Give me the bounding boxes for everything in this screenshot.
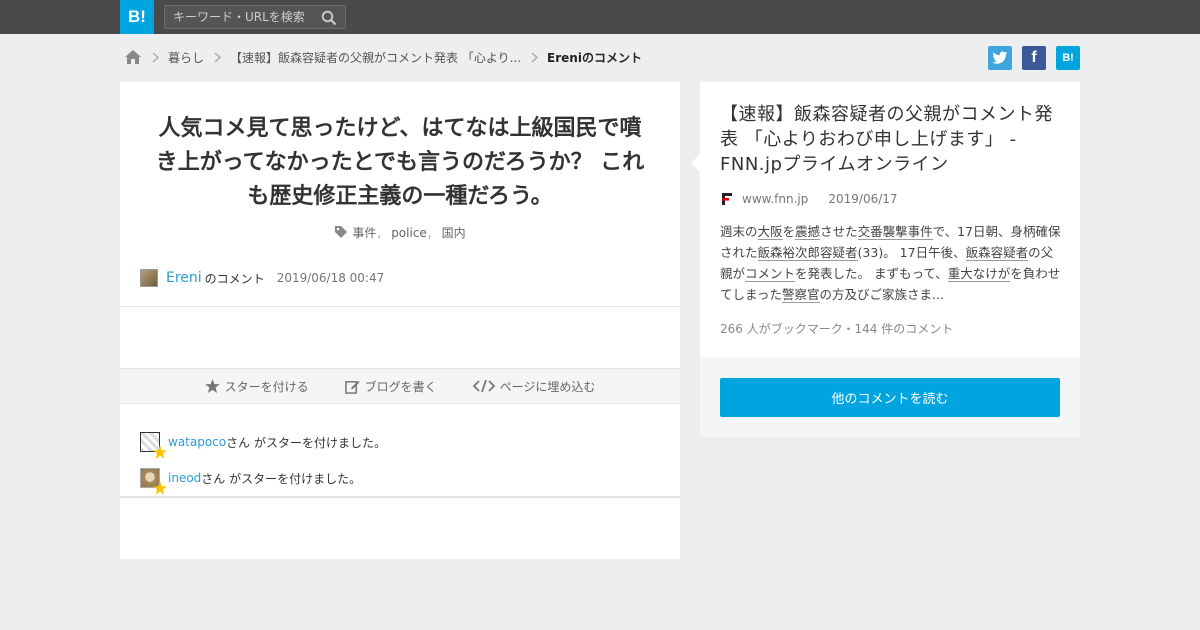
star-user-link[interactable]: ineod xyxy=(168,471,201,485)
avatar[interactable] xyxy=(140,269,158,287)
edit-icon xyxy=(344,380,360,394)
entry-date: 2019/06/17 xyxy=(828,192,898,206)
bookmark-count[interactable]: 266 人がブックマーク・144 件のコメント xyxy=(720,320,953,337)
search-box[interactable] xyxy=(164,5,346,29)
keyword-link[interactable]: 震撼 xyxy=(795,224,821,240)
star-list-item: ineod さん がスターを付けました。 xyxy=(140,460,660,496)
hatena-share-button[interactable]: B! xyxy=(1056,46,1080,70)
star-message: さん がスターを付けました。 xyxy=(201,471,362,486)
search-input[interactable] xyxy=(165,6,317,28)
code-icon xyxy=(472,379,495,393)
star-icon xyxy=(204,379,220,393)
tag-separator: , xyxy=(377,226,382,240)
user-name-link[interactable]: Ereni xyxy=(166,270,202,286)
star-list: watapoco さん がスターを付けました。 ineod さん がスターを付けまし… xyxy=(140,424,660,496)
add-star-button[interactable]: スターを付ける xyxy=(204,378,309,395)
twitter-icon xyxy=(992,51,1008,64)
home-icon[interactable] xyxy=(124,49,142,65)
summary-text: を xyxy=(782,224,796,239)
keyword-link[interactable]: 飯森容疑者 xyxy=(965,245,1029,261)
breadcrumb: 暮らし 【速報】飯森容疑者の父親がコメント発表 「心より... Ereniのコメ… xyxy=(124,46,642,68)
star-icon xyxy=(153,445,167,459)
read-more-panel: 他のコメントを読む xyxy=(700,357,1080,437)
of-comment-label: のコメント xyxy=(204,271,265,286)
embed-button[interactable]: ページに埋め込む xyxy=(472,378,596,395)
tag-icon xyxy=(335,226,348,238)
comment-card: 人気コメ見て思ったけど、はてなは上級国民で噴き上がってなかったとでも言うのだろう… xyxy=(120,82,680,559)
twitter-share-button[interactable] xyxy=(988,46,1012,70)
star-message: さん がスターを付けました。 xyxy=(226,435,386,450)
breadcrumb-category[interactable]: 暮らし xyxy=(168,49,204,66)
summary-text: (33)。 17日午後、 xyxy=(857,245,966,260)
top-bar: B! xyxy=(0,0,1200,34)
entry-card: 【速報】飯森容疑者の父親がコメント発表 「心よりおわび申し上げます」 - FNN… xyxy=(691,82,1080,357)
action-bar: スターを付ける ブログを書く ページに埋め込む xyxy=(120,368,680,404)
summary-text: させた xyxy=(820,224,858,239)
avatar[interactable] xyxy=(140,468,167,495)
chevron-right-icon xyxy=(152,51,159,63)
fnn-favicon-icon xyxy=(720,192,734,206)
star-icon xyxy=(153,481,167,495)
keyword-link[interactable]: 警察官 xyxy=(782,287,820,303)
read-other-comments-button[interactable]: 他のコメントを読む xyxy=(720,378,1060,417)
tag-list: 事件, police, 国内 xyxy=(120,224,680,241)
comment-timestamp[interactable]: 2019/06/18 00:47 xyxy=(277,271,385,285)
summary-text: の方及びご家族さま... xyxy=(819,287,944,302)
hatena-bookmark-logo[interactable]: B! xyxy=(120,0,154,34)
comment-meta: Ereni のコメント 2019/06/18 00:47 xyxy=(140,268,384,288)
divider xyxy=(120,496,680,498)
entry-domain[interactable]: www.fnn.jp xyxy=(742,192,808,206)
entry-summary: 週末の大阪を震撼させた交番襲撃事件で、17日朝、身柄確保された飯森裕次郎容疑者(… xyxy=(720,221,1065,305)
breadcrumb-current: Ereniのコメント xyxy=(547,50,642,65)
search-icon[interactable] xyxy=(321,10,337,26)
star-list-item: watapoco さん がスターを付けました。 xyxy=(140,424,660,460)
breadcrumb-entry[interactable]: 【速報】飯森容疑者の父親がコメント発表 「心より... xyxy=(230,49,521,66)
divider xyxy=(120,306,680,307)
facebook-share-button[interactable]: f xyxy=(1022,46,1046,70)
tag-item[interactable]: police xyxy=(391,226,427,240)
comment-text: 人気コメ見て思ったけど、はてなは上級国民で噴き上がってなかったとでも言うのだろう… xyxy=(155,116,645,209)
tag-item[interactable]: 事件 xyxy=(352,226,376,240)
add-star-label: スターを付ける xyxy=(224,379,309,394)
tag-item[interactable]: 国内 xyxy=(442,226,466,240)
keyword-link[interactable]: 大阪 xyxy=(757,224,783,240)
tag-separator: , xyxy=(427,226,432,240)
keyword-link[interactable]: 重大なけが xyxy=(947,266,1011,282)
entry-title-link[interactable]: 【速報】飯森容疑者の父親がコメント発表 「心よりおわび申し上げます」 - FNN… xyxy=(720,102,1065,177)
summary-text: を発表した。 まずもって、 xyxy=(795,266,948,281)
chevron-right-icon xyxy=(214,51,222,63)
keyword-link[interactable]: コメント xyxy=(745,266,796,282)
summary-text: 週末の xyxy=(720,224,758,239)
keyword-link[interactable]: 飯森裕次郎容疑者 xyxy=(757,245,858,261)
star-user-link[interactable]: watapoco xyxy=(168,435,226,449)
card-notch xyxy=(691,154,700,172)
embed-label: ページに埋め込む xyxy=(499,379,596,394)
entry-meta: www.fnn.jp 2019/06/17 xyxy=(720,192,898,206)
write-blog-label: ブログを書く xyxy=(364,379,437,394)
keyword-link[interactable]: 交番襲撃事件 xyxy=(857,224,933,240)
avatar[interactable] xyxy=(140,432,167,459)
write-blog-button[interactable]: ブログを書く xyxy=(344,378,437,395)
chevron-right-icon xyxy=(531,51,539,63)
